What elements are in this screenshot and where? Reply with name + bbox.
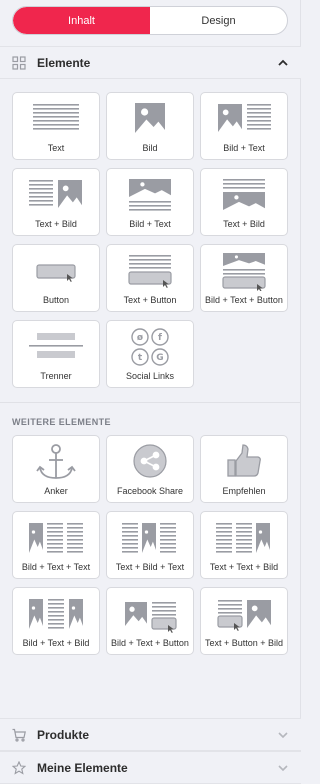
element-tile[interactable]: Bild + Text + Button — [200, 244, 288, 312]
section-header-elements[interactable]: Elemente — [0, 46, 301, 79]
element-tile[interactable]: Bild + Text — [106, 168, 194, 236]
element-tile-label: Text + Bild — [223, 219, 265, 229]
text-button-image-icon — [217, 600, 271, 631]
element-tile[interactable]: ø f t G Social Links — [106, 320, 194, 388]
image-text-icon — [218, 104, 271, 132]
element-tile[interactable]: Button — [12, 244, 100, 312]
element-tile-label: Text + Bild + Text — [115, 562, 185, 572]
section-header-my-elements[interactable]: Meine Elemente — [0, 751, 301, 784]
element-tile[interactable]: Bild + Text — [200, 92, 288, 160]
chevron-up-icon — [278, 59, 288, 66]
section-title: Meine Elemente — [37, 760, 128, 775]
chevron-down-icon — [278, 732, 288, 739]
tab-content[interactable]: Inhalt — [13, 7, 150, 34]
thumbs-up-icon — [227, 444, 261, 477]
tab-design[interactable]: Design — [150, 7, 287, 34]
social-links-icon: ø f t G — [131, 328, 169, 366]
chevron-down-icon — [278, 765, 288, 772]
element-tile-label: Bild + Text + Text — [21, 562, 91, 572]
element-tile[interactable]: Bild + Text + Text — [12, 511, 100, 579]
button-icon — [36, 264, 76, 282]
element-tile-label: Facebook Share — [116, 486, 184, 496]
image-text-text-icon — [29, 523, 83, 553]
element-tile[interactable]: Text + Bild — [200, 168, 288, 236]
element-tile-label: Trenner — [40, 371, 72, 381]
element-tile-label: Bild + Text + Button — [111, 638, 189, 648]
element-tile-label: Empfehlen — [222, 486, 266, 496]
element-tile[interactable]: Text + Button + Bild — [200, 587, 288, 655]
element-tile-label: Anker — [44, 486, 68, 496]
element-tile-label: Text + Button + Bild — [204, 638, 284, 648]
element-tile-label: Bild + Text — [129, 219, 171, 229]
element-tile[interactable]: Bild — [106, 92, 194, 160]
star-icon — [12, 761, 26, 775]
element-tile-label: Bild + Text — [223, 143, 265, 153]
element-tile-label: Bild + Text + Button — [205, 295, 283, 305]
image-text-button-2-icon — [125, 602, 177, 633]
element-tile[interactable]: Text + Text + Bild — [200, 511, 288, 579]
element-tile-label: Social Links — [125, 371, 175, 381]
element-tile-label: Bild — [142, 143, 158, 153]
text-image-icon — [29, 180, 82, 208]
image-icon — [135, 103, 165, 133]
image-text-image-icon — [29, 599, 83, 629]
element-tile[interactable]: Bild + Text + Bild — [12, 587, 100, 655]
element-tile-label: Bild + Text + Bild — [22, 638, 90, 648]
divider — [0, 402, 301, 403]
element-panel: Inhalt Design Elemente Text Bild Bild + Te… — [0, 0, 301, 784]
element-tile[interactable]: Facebook Share — [106, 435, 194, 503]
cart-icon — [12, 728, 26, 742]
anchor-icon — [36, 444, 76, 479]
subsection-title: WEITERE ELEMENTE — [12, 417, 111, 427]
svg-text:ø: ø — [137, 333, 143, 343]
text-text-image-icon — [216, 523, 270, 553]
element-tile[interactable]: Trenner — [12, 320, 100, 388]
tab-switcher: Inhalt Design — [12, 6, 288, 35]
text-above-image-icon — [223, 179, 265, 210]
element-tile[interactable]: Text + Button — [106, 244, 194, 312]
element-tile[interactable]: Text + Bild + Text — [106, 511, 194, 579]
section-header-products[interactable]: Produkte — [0, 718, 301, 751]
element-tile-label: Text — [47, 143, 65, 153]
svg-text:t: t — [138, 353, 143, 363]
image-above-text-icon — [129, 179, 171, 211]
element-tile-label: Text + Bild — [35, 219, 77, 229]
text-button-icon — [128, 255, 172, 288]
divider-icon — [29, 333, 83, 358]
section-title: Elemente — [37, 55, 91, 70]
grid-icon — [12, 56, 26, 70]
element-tile[interactable]: Text + Bild — [12, 168, 100, 236]
element-tile-label: Button — [42, 295, 70, 305]
element-tile-label: Text + Button — [123, 295, 177, 305]
svg-text:f: f — [158, 333, 162, 343]
element-tile[interactable]: Anker — [12, 435, 100, 503]
text-image-text-icon — [122, 523, 176, 553]
element-tile[interactable]: Text — [12, 92, 100, 160]
share-icon — [133, 444, 167, 478]
element-tile[interactable]: Empfehlen — [200, 435, 288, 503]
element-tile[interactable]: Bild + Text + Button — [106, 587, 194, 655]
image-text-button-icon — [222, 253, 266, 291]
svg-text:G: G — [156, 353, 163, 363]
text-block-icon — [33, 104, 79, 130]
section-title: Produkte — [37, 727, 90, 742]
element-tile-label: Text + Text + Bild — [209, 562, 279, 572]
